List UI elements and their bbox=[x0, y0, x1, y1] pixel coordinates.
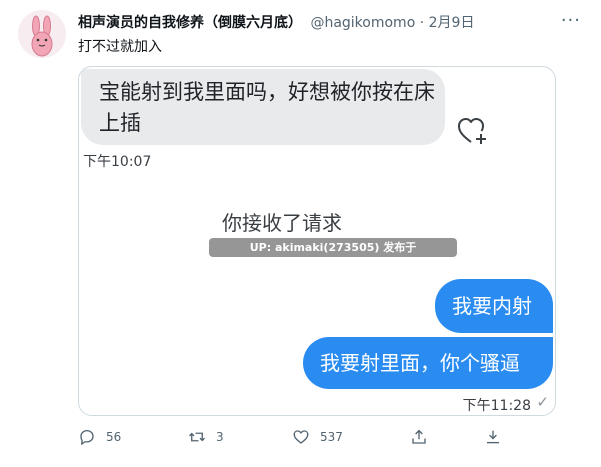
separator-dot: · bbox=[419, 15, 425, 31]
analytics-button[interactable] bbox=[484, 424, 502, 450]
author-handle[interactable]: @hagikomomo bbox=[310, 15, 415, 31]
tweet-action-bar: 56 3 537 bbox=[78, 424, 508, 450]
outgoing-message-bubble: 我要射里面，你个骚逼 bbox=[303, 337, 553, 389]
avatar-rabbit-icon bbox=[31, 15, 53, 57]
incoming-message-time: 下午10:07 bbox=[83, 154, 152, 170]
retweet-icon bbox=[189, 432, 205, 442]
watermark: UP: akimaki(273505) 发布于 mengzhan.cc bbox=[209, 238, 457, 273]
tweet-text: 打不过就加入 bbox=[78, 39, 162, 55]
avatar[interactable] bbox=[18, 10, 66, 58]
share-button[interactable] bbox=[410, 424, 428, 450]
reply-count: 56 bbox=[106, 430, 122, 444]
reply-button[interactable]: 56 bbox=[78, 424, 121, 450]
more-icon[interactable]: ··· bbox=[561, 10, 581, 31]
incoming-message-text: 宝能射到我里面吗，好想被你按在床上插 bbox=[99, 80, 435, 135]
system-notice: 你接收了请求 bbox=[222, 211, 342, 235]
outgoing-message-time: 下午11:28 bbox=[462, 398, 531, 414]
heart-plus-icon bbox=[458, 118, 486, 144]
like-count: 537 bbox=[320, 430, 343, 444]
author-name[interactable]: 相声演员的自我修养（倒膜六月底） bbox=[78, 15, 302, 31]
like-icon bbox=[293, 430, 309, 444]
analytics-icon bbox=[487, 430, 499, 444]
read-check-icon: ✓ bbox=[536, 393, 549, 411]
outgoing-message-bubble: 我要内射 bbox=[435, 279, 553, 333]
tweet-media-image[interactable]: 宝能射到我里面吗，好想被你按在床上插 下午10:07 你接收了请求 UP: ak… bbox=[78, 66, 556, 416]
retweet-button[interactable]: 3 bbox=[188, 424, 224, 450]
outgoing-message-text: 我要射里面，你个骚逼 bbox=[320, 351, 520, 375]
tweet-header: 相声演员的自我修养（倒膜六月底） @hagikomomo · 2月9日 ··· bbox=[78, 10, 581, 32]
reply-icon bbox=[80, 429, 94, 445]
incoming-message-bubble: 宝能射到我里面吗，好想被你按在床上插 bbox=[81, 69, 445, 145]
tweet-date[interactable]: 2月9日 bbox=[429, 15, 475, 31]
retweet-count: 3 bbox=[216, 430, 224, 444]
outgoing-message-text: 我要内射 bbox=[452, 294, 532, 318]
share-icon bbox=[412, 429, 426, 444]
like-button[interactable]: 537 bbox=[292, 424, 343, 450]
